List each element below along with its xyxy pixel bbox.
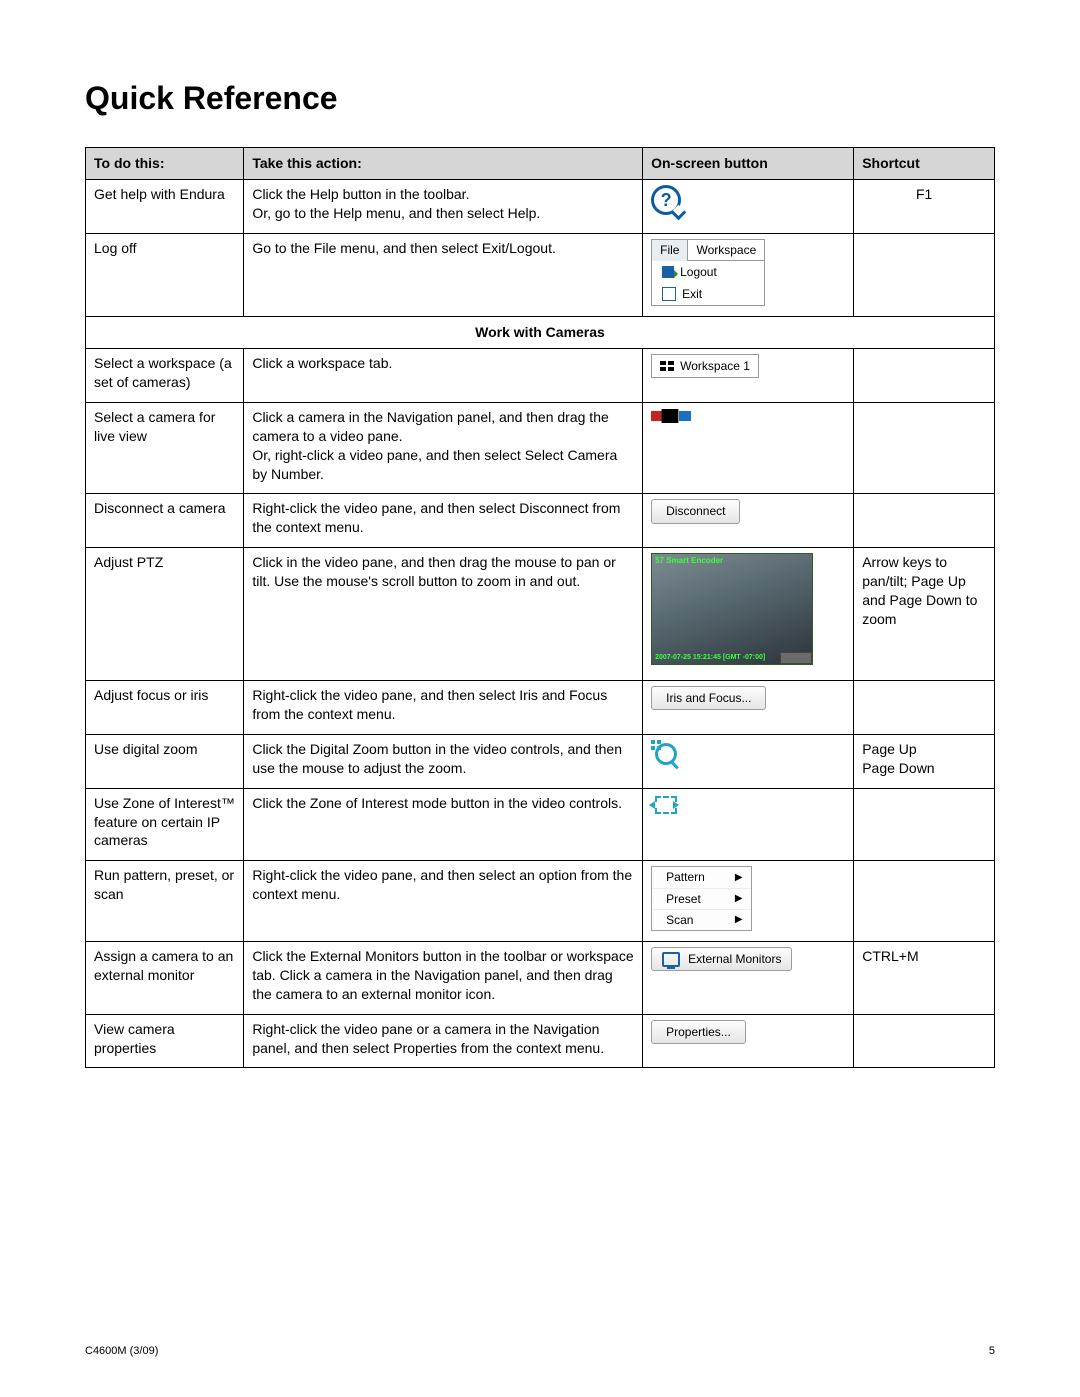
file-menu[interactable]: File Workspace Logout Exit xyxy=(651,239,765,307)
cell-action: Click the Digital Zoom button in the vid… xyxy=(244,734,643,788)
cell-shortcut xyxy=(854,861,995,942)
cell-action: Right-click the video pane or a camera i… xyxy=(244,1014,643,1068)
cell-action: Click the Zone of Interest mode button i… xyxy=(244,788,643,861)
cell-todo: Adjust focus or iris xyxy=(86,681,244,735)
footer-pagenum: 5 xyxy=(989,1345,995,1357)
quick-reference-table: To do this: Take this action: On-screen … xyxy=(85,147,995,1068)
cell-todo: Use digital zoom xyxy=(86,734,244,788)
exit-icon xyxy=(662,287,676,301)
cell-todo: Run pattern, preset, or scan xyxy=(86,861,244,942)
cell-action: Click a workspace tab. xyxy=(244,349,643,403)
cell-shortcut xyxy=(854,788,995,861)
workspace-tab[interactable]: Workspace 1 xyxy=(651,354,759,378)
menu-tab-file[interactable]: File xyxy=(652,240,688,261)
button-label: External Monitors xyxy=(688,951,781,967)
cell-action: Right-click the video pane, and then sel… xyxy=(244,494,643,548)
digital-zoom-icon[interactable] xyxy=(651,740,677,766)
camera-pane-icon[interactable] xyxy=(651,408,691,424)
cell-shortcut xyxy=(854,1014,995,1068)
logout-icon xyxy=(662,266,674,278)
cell-shortcut xyxy=(854,349,995,403)
menu-item-scan[interactable]: Scan ▶ xyxy=(652,910,750,930)
cell-shortcut xyxy=(854,233,995,317)
cell-shortcut: F1 xyxy=(854,179,995,233)
video-scrollbar-icon xyxy=(780,652,812,664)
menu-item-logout[interactable]: Logout xyxy=(652,261,764,283)
properties-button[interactable]: Properties... xyxy=(651,1020,746,1044)
pattern-context-menu[interactable]: Pattern ▶ Preset ▶ Scan ▶ xyxy=(651,866,751,931)
cell-shortcut xyxy=(854,494,995,548)
menu-item-pattern[interactable]: Pattern ▶ xyxy=(652,867,750,888)
video-overlay-title: 57 Smart Encoder xyxy=(655,556,723,567)
chevron-right-icon: ▶ xyxy=(735,892,743,906)
workspace-grid-icon xyxy=(660,361,674,371)
cell-todo: Log off xyxy=(86,233,244,317)
cell-todo: Disconnect a camera xyxy=(86,494,244,548)
cell-shortcut xyxy=(854,681,995,735)
cell-action: Right-click the video pane, and then sel… xyxy=(244,681,643,735)
workspace-tab-label: Workspace 1 xyxy=(680,358,750,374)
cell-todo: Adjust PTZ xyxy=(86,548,244,681)
menu-item-label: Exit xyxy=(682,286,702,302)
header-todo: To do this: xyxy=(86,148,244,180)
chevron-right-icon: ▶ xyxy=(735,871,743,885)
video-overlay-timestamp: 2007-07-25 15:21:45 [GMT -07:00] xyxy=(655,653,765,662)
help-icon[interactable]: ? xyxy=(651,185,681,215)
menu-item-label: Scan xyxy=(666,912,693,928)
menu-item-preset[interactable]: Preset ▶ xyxy=(652,889,750,910)
cell-todo: Assign a camera to an external monitor xyxy=(86,941,244,1014)
external-monitors-button[interactable]: External Monitors xyxy=(651,947,792,971)
cell-todo: Get help with Endura xyxy=(86,179,244,233)
header-button: On-screen button xyxy=(643,148,854,180)
header-action: Take this action: xyxy=(244,148,643,180)
cell-shortcut: Page Up Page Down xyxy=(854,734,995,788)
menu-item-label: Preset xyxy=(666,891,701,907)
menu-tab-workspace[interactable]: Workspace xyxy=(688,240,764,261)
zone-of-interest-icon[interactable] xyxy=(651,794,677,814)
page-title: Quick Reference xyxy=(85,80,995,117)
cell-todo: Select a camera for live view xyxy=(86,402,244,494)
cell-action: Right-click the video pane, and then sel… xyxy=(244,861,643,942)
menu-item-exit[interactable]: Exit xyxy=(652,283,764,305)
video-pane-thumbnail[interactable]: 57 Smart Encoder 2007-07-25 15:21:45 [GM… xyxy=(651,553,813,665)
cell-todo: Select a workspace (a set of cameras) xyxy=(86,349,244,403)
cell-action: Click the Help button in the toolbar. Or… xyxy=(244,179,643,233)
cell-shortcut: CTRL+M xyxy=(854,941,995,1014)
footer-docid: C4600M (3/09) xyxy=(85,1345,158,1357)
menu-item-label: Pattern xyxy=(666,869,705,885)
monitor-icon xyxy=(662,952,680,967)
cell-todo: Use Zone of Interest™ feature on certain… xyxy=(86,788,244,861)
disconnect-button[interactable]: Disconnect xyxy=(651,499,740,523)
cell-todo: View camera properties xyxy=(86,1014,244,1068)
section-header: Work with Cameras xyxy=(86,317,995,349)
cell-action: Click in the video pane, and then drag t… xyxy=(244,548,643,681)
chevron-right-icon: ▶ xyxy=(735,913,743,927)
cell-action: Click the External Monitors button in th… xyxy=(244,941,643,1014)
cell-shortcut: Arrow keys to pan/tilt; Page Up and Page… xyxy=(854,548,995,681)
cell-action: Click a camera in the Navigation panel, … xyxy=(244,402,643,494)
menu-item-label: Logout xyxy=(680,264,717,280)
header-shortcut: Shortcut xyxy=(854,148,995,180)
cell-action: Go to the File menu, and then select Exi… xyxy=(244,233,643,317)
iris-focus-button[interactable]: Iris and Focus... xyxy=(651,686,766,710)
cell-shortcut xyxy=(854,402,995,494)
